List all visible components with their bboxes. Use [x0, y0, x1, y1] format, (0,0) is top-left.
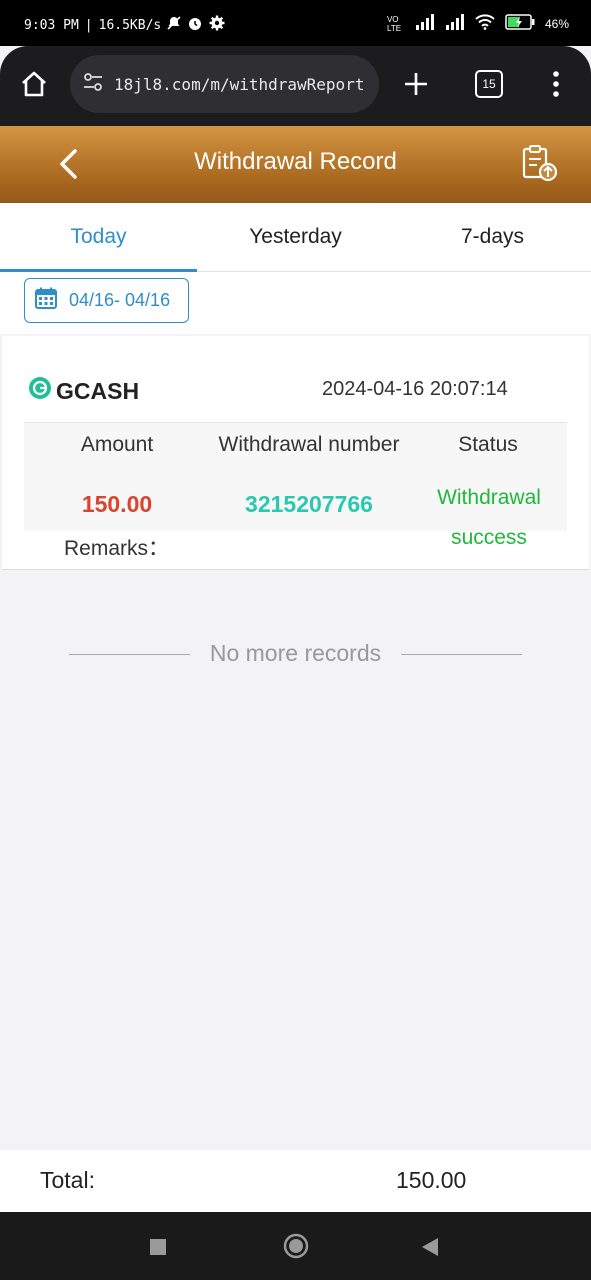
clock: 9:03 PM [24, 17, 79, 33]
amount-header: Amount [80, 433, 154, 456]
recents-icon[interactable] [150, 1239, 166, 1260]
home-button-icon[interactable] [283, 1233, 309, 1264]
system-nav-bar [0, 1212, 591, 1280]
withdrawal-record-card: GCASH 2024-04-16 20:07:14 Amount Withdra… [2, 336, 589, 570]
date-filter-area: 04/16- 04/16 [0, 272, 591, 334]
signal-icon-2 [445, 14, 465, 33]
withdrawal-number-header: Withdrawal number [218, 433, 400, 456]
calendar-icon [35, 287, 57, 314]
total-bar: Total: 150.00 [0, 1150, 591, 1212]
wifi-icon [475, 14, 495, 33]
page-title: Withdrawal Record [194, 148, 397, 175]
more-menu-icon[interactable] [552, 70, 560, 103]
total-label: Total: [40, 1167, 95, 1193]
network-speed: 16.5KB/s [98, 17, 162, 33]
payment-method: GCASH [28, 376, 139, 406]
no-more-records: No more records [0, 640, 591, 668]
mute-icon [167, 16, 181, 34]
tab-yesterday[interactable]: Yesterday [197, 203, 394, 271]
date-range-text: 04/16- 04/16 [69, 290, 171, 310]
page-header: Withdrawal Record [0, 126, 591, 203]
amount-value: 150.00 [81, 491, 153, 517]
tab-7-days[interactable]: 7-days [394, 203, 591, 271]
date-range-button[interactable]: 04/16- 04/16 [24, 278, 189, 323]
system-status-bar: 9:03 PM | 16.5KB/s VO LTE 46% [0, 0, 591, 46]
battery-icon [505, 14, 535, 33]
status-line-2: success [451, 526, 527, 549]
record-details: Amount Withdrawal number Status 150.00 3… [24, 422, 567, 549]
url-text[interactable]: 18jl8.com/m/withdrawReport? [114, 75, 364, 94]
tab-count: 15 [482, 77, 496, 91]
status-header: Status [458, 433, 518, 456]
settings-icon [209, 15, 225, 35]
browser-toolbar: 18jl8.com/m/withdrawReport? 15 [0, 46, 591, 126]
remarks-label: Remarks： [64, 537, 170, 560]
date-tabs: Today Yesterday 7-days [0, 203, 591, 272]
site-settings-icon[interactable] [82, 71, 104, 98]
home-icon[interactable] [20, 70, 48, 103]
payment-method-name: GCASH [56, 377, 140, 404]
status-line-1: Withdrawal [437, 486, 541, 509]
back-nav-icon[interactable] [421, 1237, 439, 1262]
alarm-icon [187, 15, 203, 35]
divider [401, 654, 522, 655]
gcash-logo-icon [28, 376, 52, 406]
battery-percent: 46% [544, 16, 569, 31]
new-tab-icon[interactable] [402, 70, 430, 103]
tab-switcher-button[interactable]: 15 [475, 70, 503, 98]
status-badge: Withdrawal success [416, 478, 562, 558]
record-datetime: 2024-04-16 20:07:14 [322, 378, 508, 400]
tab-today[interactable]: Today [0, 203, 197, 271]
withdrawal-number-value: 3215207766 [245, 491, 373, 517]
total-value: 150.00 [396, 1167, 467, 1193]
url-bar[interactable]: 18jl8.com/m/withdrawReport? [70, 55, 379, 113]
clipboard-upload-icon[interactable] [520, 144, 560, 189]
volte-indicator: VO LTE [386, 14, 402, 33]
signal-icon [415, 14, 435, 33]
